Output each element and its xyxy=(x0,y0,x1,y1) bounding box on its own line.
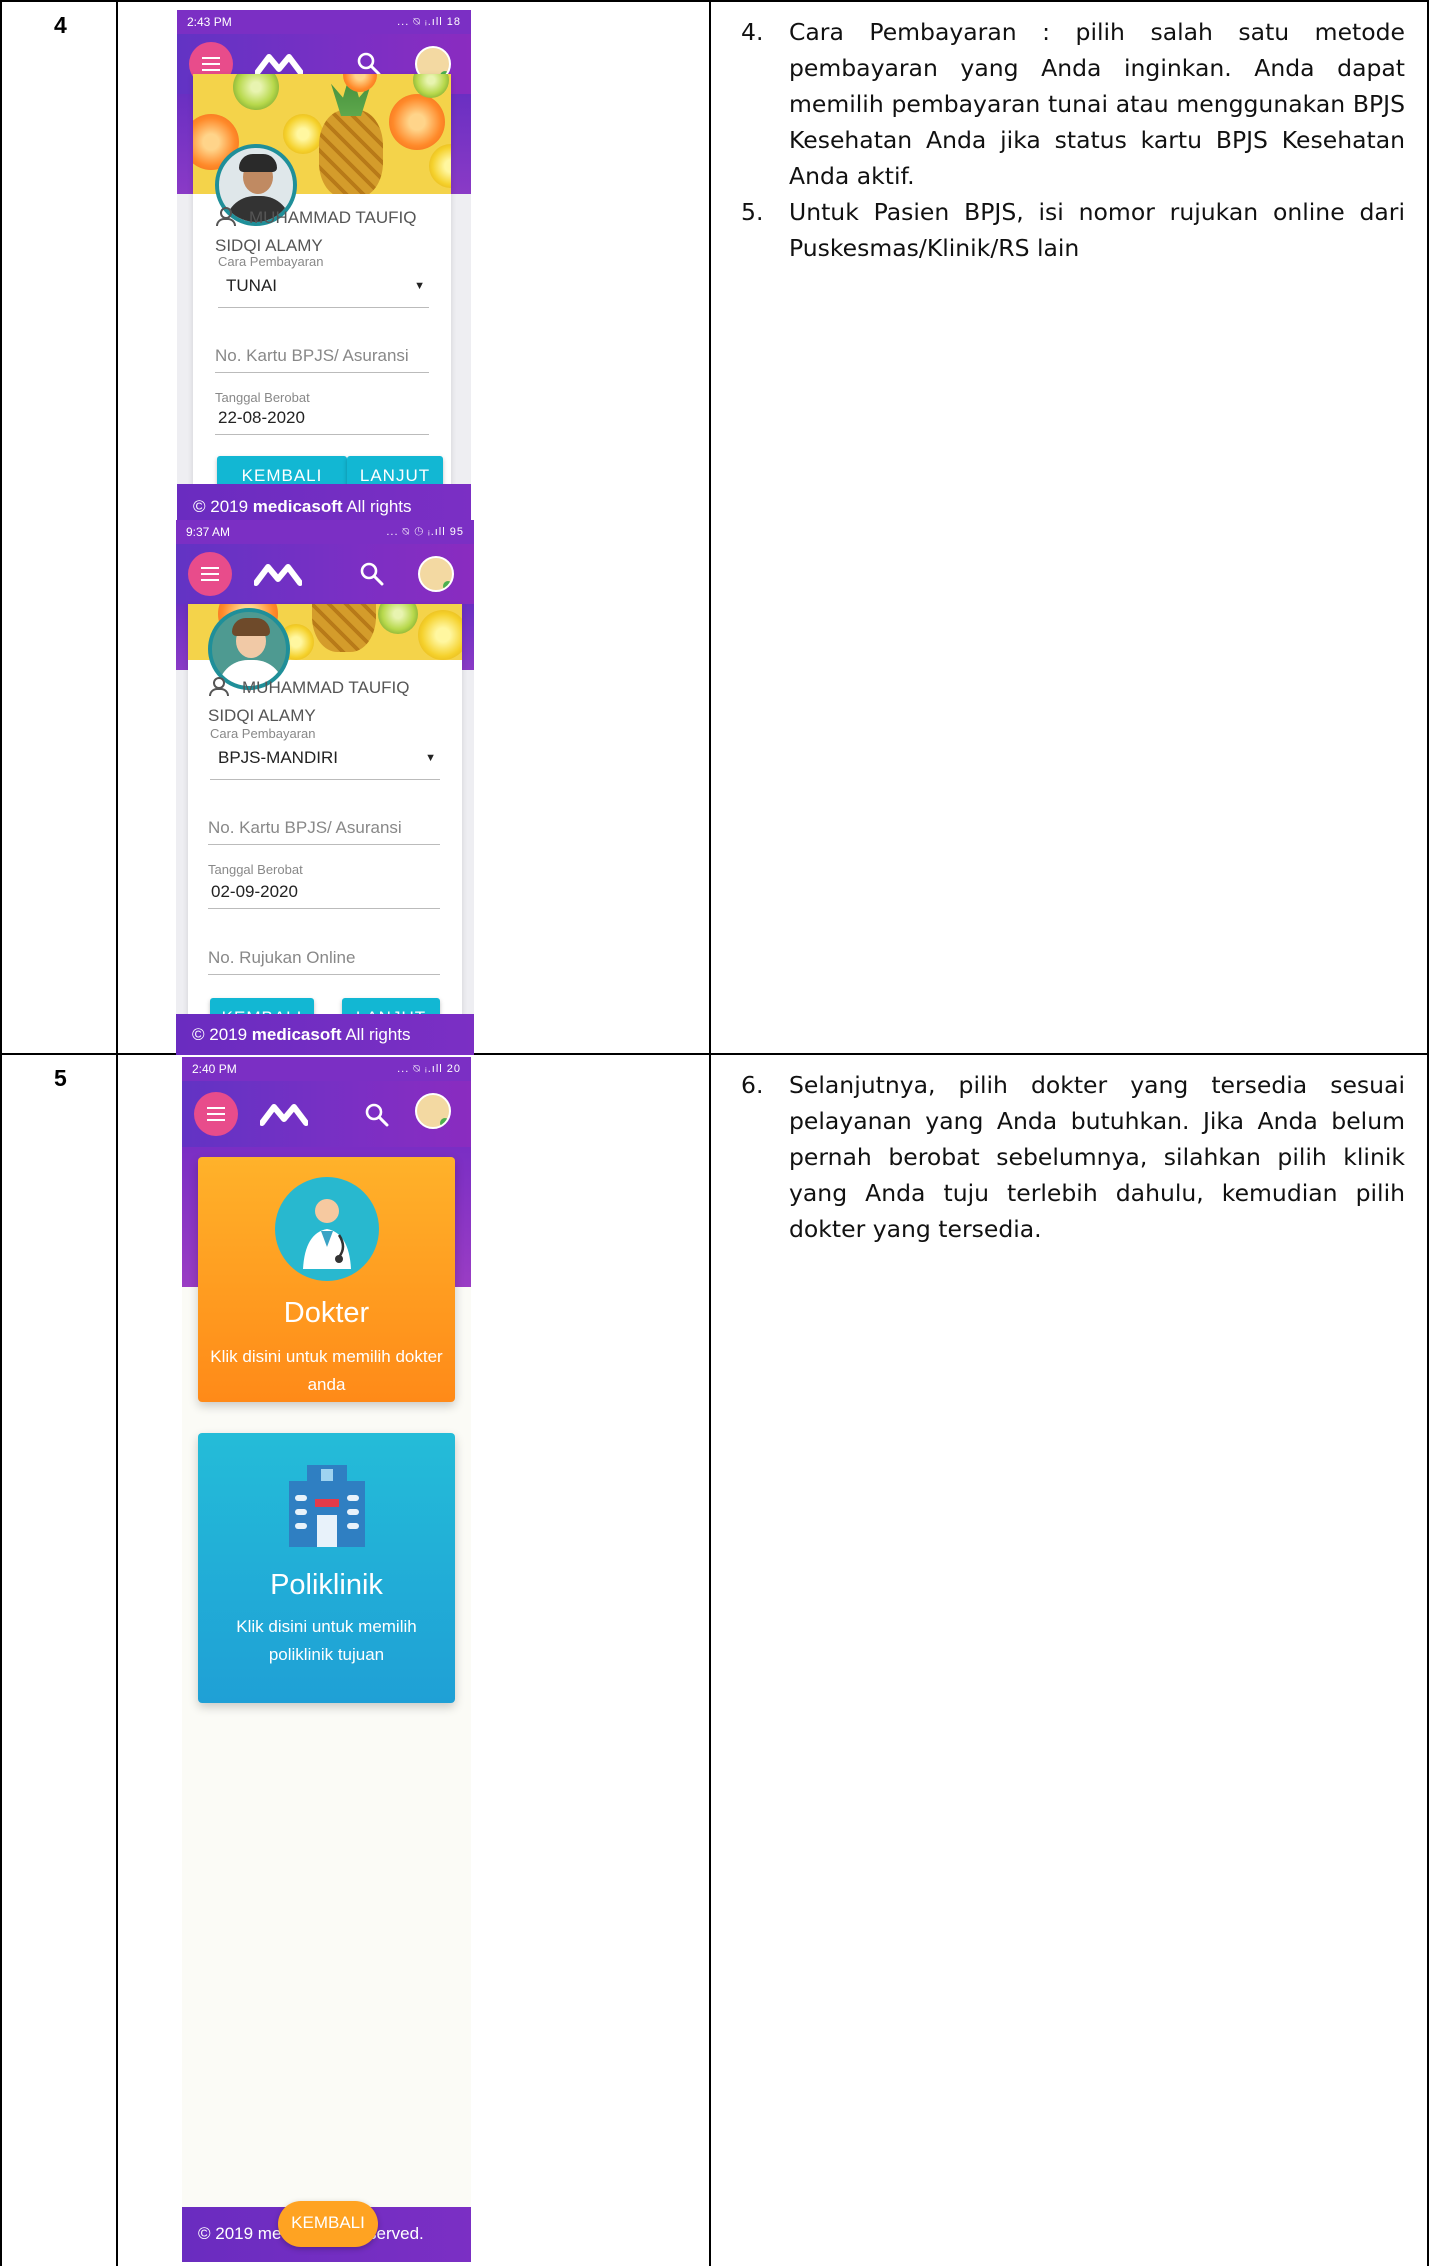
form-card: MUHAMMAD TAUFIQ SIDQI ALAMY Cara Pembaya… xyxy=(188,604,462,1044)
doctor-subtitle: Klik disini untuk memilih dokter anda xyxy=(210,1347,443,1394)
app-bar xyxy=(182,1081,471,1147)
clinic-card[interactable]: Poliklinik Klik disini untuk memilih pol… xyxy=(198,1433,455,1703)
dropdown-caret-icon: ▼ xyxy=(425,752,436,764)
menu-button[interactable] xyxy=(194,1092,238,1136)
phone-screenshot-payment-cash: 2:43 PM ... ⍉ ᵢ.ıll 18 MUHAMMAD TAUFIQ S… xyxy=(177,10,471,520)
phone-screenshot-payment-bpjs: 9:37 AM ... ⍉ ◷ ᵢ.ıll 95 MUHAMMAD TAUFIQ… xyxy=(176,520,474,1055)
user-name-row: MUHAMMAD TAUFIQ SIDQI ALAMY xyxy=(215,204,431,260)
status-time: 2:40 PM xyxy=(192,1062,237,1076)
step-number: 6. xyxy=(741,1071,764,1099)
screenshot-cell: 2:43 PM ... ⍉ ᵢ.ıll 18 MUHAMMAD TAUFIQ S… xyxy=(116,0,711,1055)
search-icon[interactable] xyxy=(363,1101,391,1129)
description-cell: 6. Selanjutnya, pilih dokter yang tersedi… xyxy=(709,1053,1429,2266)
payment-method-value: BPJS-MANDIRI xyxy=(218,748,338,767)
logo-icon xyxy=(254,564,302,586)
step-text: Cara Pembayaran : pilih salah satu metod… xyxy=(789,18,1405,190)
footer-brand: medicasoft xyxy=(251,1025,342,1044)
user-name: MUHAMMAD TAUFIQ SIDQI ALAMY xyxy=(208,678,410,725)
payment-method-select[interactable]: TUNAI ▼ xyxy=(218,268,429,308)
document-table: 4 2:43 PM ... ⍉ ᵢ.ıll 18 MUHAMMAD TAUFIQ… xyxy=(0,0,1429,2266)
dropdown-caret-icon: ▼ xyxy=(414,280,425,292)
step-text: Untuk Pasien BPJS, isi nomor rujukan onl… xyxy=(789,198,1405,262)
doctor-card[interactable]: Dokter Klik disini untuk memilih dokter … xyxy=(198,1157,455,1402)
visit-date-label: Tanggal Berobat xyxy=(208,862,303,877)
referral-input[interactable]: No. Rujukan Online xyxy=(208,948,440,975)
status-time: 2:43 PM xyxy=(187,15,232,29)
table-row: 4 2:43 PM ... ⍉ ᵢ.ıll 18 MUHAMMAD TAUFIQ… xyxy=(0,0,1429,1055)
form-card: MUHAMMAD TAUFIQ SIDQI ALAMY Cara Pembaya… xyxy=(193,74,451,496)
step-number: 4. xyxy=(741,18,764,46)
payment-method-label: Cara Pembayaran xyxy=(218,254,324,269)
screenshot-cell: 2:40 PM ... ⍉ ᵢ.ıll 20 Dokter Klik disin… xyxy=(116,1053,711,2266)
footer: © 2019 medicasoft All rights reserved. xyxy=(176,1014,474,1055)
clinic-title: Poliklinik xyxy=(270,1569,383,1601)
user-icon xyxy=(215,207,236,226)
step-item: 6. Selanjutnya, pilih dokter yang tersedi… xyxy=(741,1067,1405,1247)
row-number: 4 xyxy=(0,0,118,1055)
clinic-subtitle: Klik disini untuk memilih poliklinik tuj… xyxy=(236,1617,417,1664)
visit-date-label: Tanggal Berobat xyxy=(215,390,310,405)
menu-button[interactable] xyxy=(188,552,232,596)
step-list: 4. Cara Pembayaran : pilih salah satu met… xyxy=(741,14,1405,266)
user-avatar[interactable] xyxy=(418,556,454,592)
bpjs-card-input[interactable]: No. Kartu BPJS/ Asuransi xyxy=(215,346,429,373)
status-bar: 9:37 AM ... ⍉ ◷ ᵢ.ıll 95 xyxy=(176,520,474,544)
footer-copyright: © 2019 xyxy=(193,497,253,516)
status-icons: ... ⍉ ᵢ.ıll 18 xyxy=(397,15,461,28)
phone-screenshot-menu: 2:40 PM ... ⍉ ᵢ.ıll 20 Dokter Klik disin… xyxy=(182,1057,471,2262)
menu-icon xyxy=(201,573,219,575)
description-cell: 4. Cara Pembayaran : pilih salah satu met… xyxy=(709,0,1429,1055)
visit-date-input[interactable]: 02-09-2020 xyxy=(208,882,440,909)
user-name: MUHAMMAD TAUFIQ SIDQI ALAMY xyxy=(215,208,417,255)
status-icons: ... ⍉ ◷ ᵢ.ıll 95 xyxy=(386,525,464,538)
table-row: 5 2:40 PM ... ⍉ ᵢ.ıll 20 Dokter Klik dis… xyxy=(0,1053,1429,2266)
user-icon xyxy=(208,677,229,696)
footer-copyright: © 2019 xyxy=(192,1025,252,1044)
back-button[interactable]: KEMBALI xyxy=(278,2201,378,2247)
app-bar xyxy=(176,544,474,604)
payment-method-select[interactable]: BPJS-MANDIRI ▼ xyxy=(210,740,440,780)
user-avatar[interactable] xyxy=(415,1093,451,1129)
bpjs-card-input[interactable]: No. Kartu BPJS/ Asuransi xyxy=(208,818,440,845)
doctor-title: Dokter xyxy=(283,1297,370,1329)
payment-method-label: Cara Pembayaran xyxy=(210,726,316,741)
footer-brand: medicasoft xyxy=(252,497,343,516)
status-bar: 2:40 PM ... ⍉ ᵢ.ıll 20 xyxy=(182,1057,471,1081)
step-text: Selanjutnya, pilih dokter yang tersedia … xyxy=(789,1071,1405,1243)
doctor-icon xyxy=(274,1177,379,1281)
step-number: 5. xyxy=(741,198,764,226)
status-time: 9:37 AM xyxy=(186,525,231,539)
menu-icon xyxy=(202,63,220,65)
hospital-icon xyxy=(277,1451,377,1551)
status-bar: 2:43 PM ... ⍉ ᵢ.ıll 18 xyxy=(177,10,471,34)
user-name-row: MUHAMMAD TAUFIQ SIDQI ALAMY xyxy=(208,674,442,730)
step-item: 5. Untuk Pasien BPJS, isi nomor rujukan o… xyxy=(741,194,1405,266)
logo-icon xyxy=(260,1104,308,1126)
step-item: 4. Cara Pembayaran : pilih salah satu met… xyxy=(741,14,1405,194)
footer: © 2019 medicasoft All rights reserved. xyxy=(177,484,471,520)
menu-icon xyxy=(207,1113,225,1115)
payment-method-value: TUNAI xyxy=(226,276,277,295)
visit-date-input[interactable]: 22-08-2020 xyxy=(215,408,429,435)
step-list: 6. Selanjutnya, pilih dokter yang tersedi… xyxy=(741,1067,1405,1247)
search-icon[interactable] xyxy=(358,560,386,588)
row-number: 5 xyxy=(0,1053,118,2266)
status-icons: ... ⍉ ᵢ.ıll 20 xyxy=(397,1062,461,1075)
